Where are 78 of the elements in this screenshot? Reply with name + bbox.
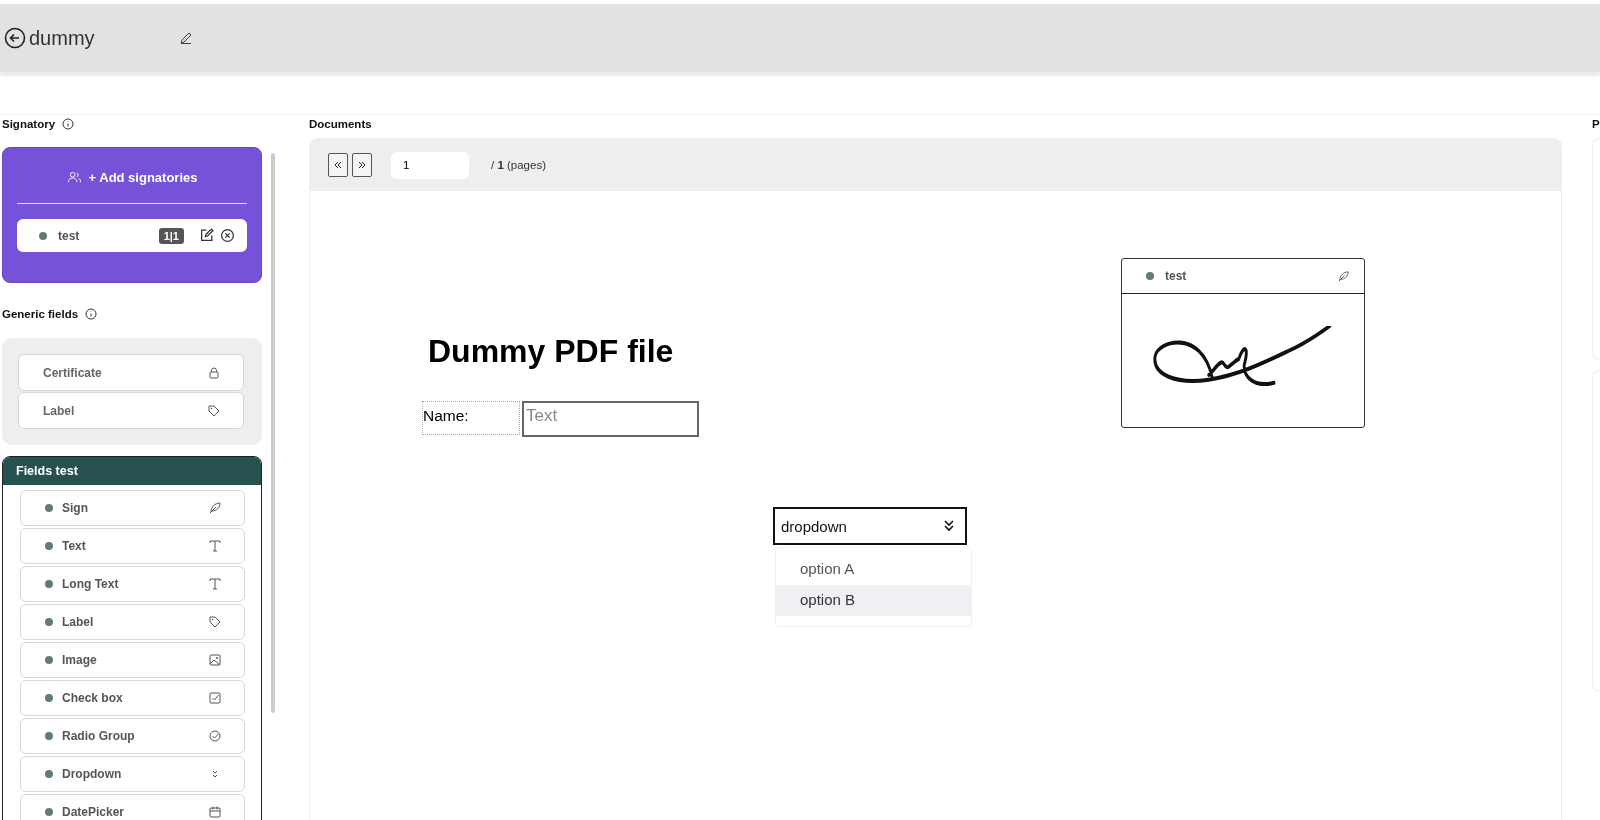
field-item[interactable]: Image — [20, 642, 245, 678]
field-item[interactable]: Label — [20, 604, 245, 640]
dropdown-option[interactable]: option B — [776, 585, 971, 616]
feather-icon — [208, 501, 222, 515]
field-label: Text — [62, 539, 87, 553]
info-icon[interactable] — [62, 118, 75, 130]
field-label: Image — [62, 653, 98, 667]
document-title: dummy — [29, 26, 96, 50]
signer-name: test — [58, 228, 81, 243]
field-label: Long Text — [62, 577, 120, 591]
info-icon[interactable] — [85, 308, 98, 320]
field-label: DatePicker — [62, 805, 126, 819]
check-circle-icon — [208, 729, 222, 743]
status-dot — [45, 580, 53, 588]
field-item[interactable]: Label — [18, 392, 244, 429]
field-label: Dropdown — [62, 767, 123, 781]
users-icon — [66, 171, 82, 184]
section-heading: Signatory — [2, 118, 56, 130]
chevrons-down-icon — [942, 518, 956, 534]
feather-icon — [1337, 269, 1350, 283]
next-button[interactable] — [352, 153, 372, 177]
pdf-heading: Dummy PDF file — [428, 333, 674, 370]
status-dot — [45, 618, 53, 626]
field-label: Check box — [62, 691, 124, 705]
field-label: Radio Group — [62, 729, 136, 743]
field-item[interactable]: Text — [20, 528, 245, 564]
previous-button[interactable] — [328, 153, 348, 177]
field-item[interactable]: Long Text — [20, 566, 245, 602]
status-dot — [39, 231, 47, 240]
section-heading: Documents — [309, 118, 372, 130]
name-label-field[interactable]: Name: — [422, 401, 520, 435]
section-heading: Generic fields — [2, 308, 79, 320]
status-dot — [45, 504, 53, 512]
tag-icon — [208, 615, 222, 629]
page-input[interactable]: 1 — [391, 151, 469, 179]
signature-field[interactable]: test — [1121, 258, 1365, 428]
checkbox-icon — [208, 691, 222, 705]
field-label: Label — [43, 403, 76, 418]
field-label: Sign — [62, 501, 89, 515]
field-label: Certificate — [43, 365, 103, 380]
calendar-icon — [208, 805, 222, 819]
text-field[interactable]: Text — [522, 401, 699, 437]
page-count: / 1 (pages) — [491, 159, 546, 171]
field-item[interactable]: DatePicker — [20, 794, 245, 820]
scrollbar[interactable] — [271, 153, 275, 713]
dropdown-value: dropdown — [781, 517, 847, 535]
close-icon[interactable] — [220, 228, 235, 243]
back-icon[interactable] — [4, 27, 26, 49]
signer-name: test — [1165, 269, 1188, 283]
status-dot — [45, 694, 53, 702]
status-dot — [45, 732, 53, 740]
field-item[interactable]: Sign — [20, 490, 245, 526]
status-dot — [45, 542, 53, 550]
add-signatories-button[interactable]: + Add signatories — [17, 162, 247, 204]
pencil-icon[interactable] — [179, 31, 193, 45]
dropdown-field[interactable]: dropdown — [773, 507, 967, 545]
text-icon — [208, 577, 222, 591]
chevrons-left-icon — [333, 160, 343, 170]
chevrons-right-icon — [357, 160, 367, 170]
field-item[interactable]: Radio Group — [20, 718, 245, 754]
status-dot — [45, 808, 53, 816]
edit-icon[interactable] — [199, 228, 214, 243]
field-label: Label — [62, 615, 95, 629]
lock-icon — [207, 365, 221, 380]
status-dot — [45, 770, 53, 778]
field-item[interactable]: Certificate — [18, 354, 244, 391]
field-item[interactable]: Dropdown — [20, 756, 245, 792]
text-icon — [208, 539, 222, 553]
section-heading: P — [1592, 118, 1600, 130]
field-item[interactable]: Check box — [20, 680, 245, 716]
status-dot — [1146, 272, 1154, 280]
status-dot — [45, 656, 53, 664]
count-badge: 1|1 — [158, 227, 184, 244]
tag-icon — [207, 403, 221, 418]
signer-item[interactable]: test 1|1 — [17, 219, 247, 252]
image-icon — [208, 653, 222, 667]
dropdown-option[interactable]: option A — [776, 554, 971, 585]
panel-title: Fields test — [16, 464, 78, 478]
